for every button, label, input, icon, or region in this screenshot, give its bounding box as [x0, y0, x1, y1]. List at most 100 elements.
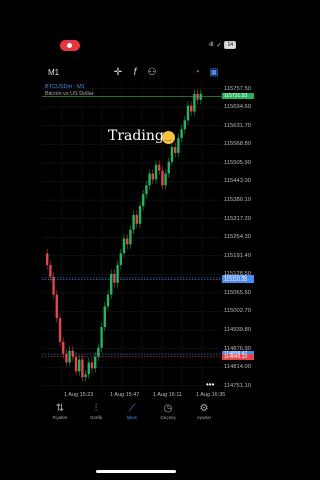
candle-body	[151, 173, 154, 180]
trading-caption: Trading	[108, 128, 164, 144]
time-axis-label: 1 Aug 16:11	[153, 392, 182, 398]
price-level-tag: 115731.53	[222, 93, 254, 100]
candle-body	[174, 146, 177, 153]
price-axis-label: 115505.90	[224, 159, 251, 166]
candle-body	[71, 350, 74, 357]
price-axis-label: 114751.10	[224, 382, 251, 389]
nav-item-4[interactable]: ⚙ Ayarlar	[186, 400, 222, 430]
price-icon: ⇅	[55, 403, 65, 414]
candle-body	[135, 214, 138, 224]
nav-item-label: İşlem	[126, 415, 138, 420]
candle-body	[154, 164, 158, 180]
nav-item-0[interactable]: ⇅ Fiyatlar	[42, 400, 78, 430]
time-axis-label: 1 Aug 15:47	[110, 392, 140, 398]
smiling-face-icon	[162, 131, 175, 144]
more-options-icon[interactable]: •••	[206, 380, 214, 389]
price-axis-label: 115757.50	[224, 85, 251, 92]
candle-body	[94, 356, 97, 369]
status-icons: ıll ✓ 14	[209, 41, 236, 49]
screen-recording-indicator	[60, 40, 80, 51]
candle-body	[74, 356, 78, 372]
price-axis-label: 115002.70	[224, 308, 251, 315]
nav-item-2[interactable]: ⟋ İşlem	[114, 400, 150, 430]
price-axis-label: 115568.80	[224, 141, 251, 148]
indicators-icon[interactable]: f	[129, 67, 141, 79]
candle-body	[161, 170, 164, 186]
candle-body	[49, 265, 52, 277]
price-level-tag: 114849.13	[222, 353, 254, 360]
candle-body	[106, 294, 110, 307]
candle-body	[177, 138, 180, 153]
candle-body	[65, 353, 68, 363]
candle-body	[90, 362, 94, 369]
candle-body	[126, 238, 129, 245]
price-axis-label: 115443.00	[224, 178, 251, 185]
price-axis-label: 114814.00	[224, 364, 251, 371]
candle-body	[78, 359, 81, 372]
price-axis-label: 115065.60	[224, 289, 251, 296]
candle-body	[196, 93, 199, 100]
candle-body	[55, 294, 58, 319]
bottom-navigation: ⇅ Fiyatlar ⫶ Grafik ⟋ İşlem ◷ Geçmiş ⚙ Ayarlar	[42, 400, 222, 430]
one-click-trading-icon[interactable]: ◔	[191, 67, 203, 79]
price-axis-label: 114939.80	[224, 327, 251, 334]
objects-icon[interactable]: ⚇	[146, 67, 158, 79]
candle-body	[190, 105, 193, 112]
settings-icon: ⚙	[199, 403, 209, 414]
price-axis-label: 115191.40	[224, 252, 251, 259]
nav-item-label: Grafik	[89, 415, 102, 420]
price-axis-label: 115631.70	[224, 122, 251, 129]
candle-body	[138, 206, 142, 224]
candle-body	[158, 164, 161, 171]
price-axis-label: 115380.10	[224, 197, 251, 204]
price-axis-label: 115317.20	[224, 215, 251, 222]
battery-level: 14	[224, 41, 236, 49]
candle-body	[183, 120, 186, 130]
home-indicator	[96, 470, 176, 473]
candle-body	[97, 347, 100, 357]
candle-body	[46, 253, 49, 266]
wifi-icon: ✓	[216, 42, 222, 49]
timeframe-selector[interactable]: M1	[48, 68, 59, 77]
nav-item-label: Fiyatlar	[52, 415, 68, 420]
candle-body	[167, 161, 170, 174]
history-icon: ◷	[163, 403, 173, 414]
crosshair-icon[interactable]: ✛	[112, 67, 124, 79]
time-axis-label: 1 Aug 15:23	[64, 392, 94, 398]
signal-icon: ıll	[209, 42, 214, 48]
candle-body	[180, 129, 183, 139]
candle-body	[62, 341, 65, 354]
chart-toolbar: M1 ✛ f ⚇ ◔ ▣	[0, 64, 270, 82]
chart-icon: ⫶	[94, 403, 98, 414]
trade-icon: ⟋	[128, 403, 136, 414]
chart-symbol: BTCUSDm - M1	[45, 84, 85, 90]
price-axis-label: 115694.60	[224, 104, 251, 111]
nav-item-label: Geçmiş	[160, 415, 176, 420]
time-axis-label: 1 Aug 16:35	[196, 392, 226, 398]
candle-body	[81, 359, 84, 378]
nav-item-label: Ayarlar	[196, 415, 212, 420]
candle-body	[148, 173, 151, 186]
candle-body	[116, 265, 119, 283]
chart-description: Bitcoin vs US Dollar	[45, 91, 94, 97]
candle-body	[186, 105, 190, 121]
candle-body	[84, 374, 87, 378]
status-bar: ıll ✓ 14	[0, 40, 270, 56]
candle-body	[145, 185, 148, 195]
candle-body	[170, 146, 174, 162]
candle-body	[132, 214, 135, 230]
candle-body	[58, 318, 62, 342]
candle-body	[164, 173, 167, 186]
candle-body	[113, 273, 116, 283]
new-order-icon[interactable]: ▣	[208, 67, 220, 79]
nav-item-1[interactable]: ⫶ Grafik	[78, 400, 114, 430]
candle-body	[110, 273, 113, 295]
candle-body	[103, 306, 106, 328]
price-level-tag: 115110.28	[222, 276, 254, 283]
candle-body	[122, 238, 126, 254]
nav-item-3[interactable]: ◷ Geçmiş	[150, 400, 186, 430]
candle-body	[129, 229, 132, 245]
candle-body	[119, 253, 122, 266]
candle-body	[100, 327, 103, 348]
candle-body	[87, 362, 90, 375]
